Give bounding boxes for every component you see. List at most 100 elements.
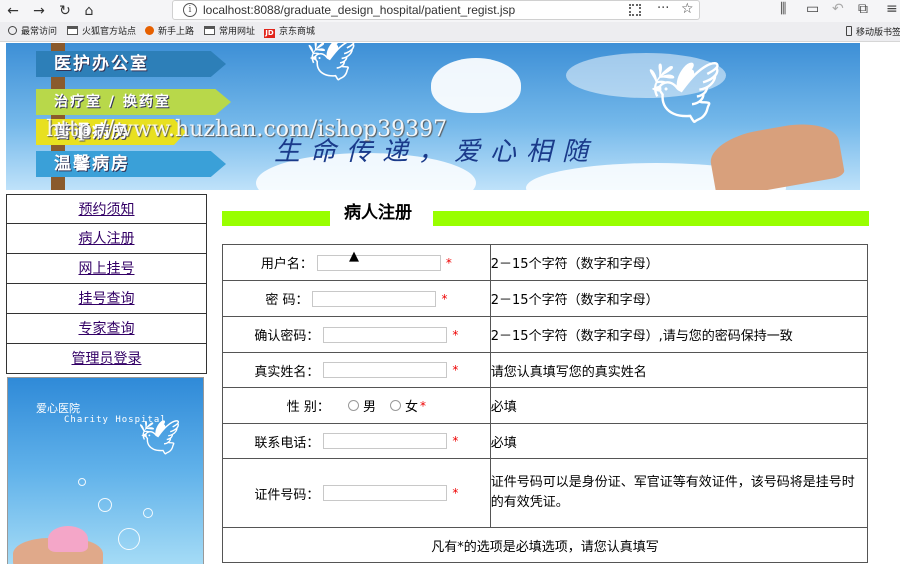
title-bar-left [222,211,330,226]
real-name-label: 真实姓名： [254,364,320,380]
table-row: 确认密码： * 2－15个字符（数字和字母）,请与您的密码保持一致 [222,316,869,353]
dove-icon: 🕊 [306,43,357,84]
side-nav: 预约须知 病人注册 网上挂号 挂号查询 专家查询 管理员登录 [6,194,207,374]
table-row: 真实姓名： * 请您认真填写您的真实姓名 [222,352,869,388]
gender-male-radio[interactable] [347,400,359,411]
bookmark-mobile[interactable]: 移动版书签 [846,26,900,40]
required-mark: * [441,291,448,306]
qr-code-icon[interactable] [629,4,641,16]
screenshot-icon[interactable]: ⧉ [858,1,868,17]
bubble-shape [98,498,112,512]
register-form: 用户名： * 2－15个字符（数字和字母） 密 码： * 2－15个字符（数字和… [222,244,869,563]
username-hint: 2－15个字符（数字和字母） [489,244,869,281]
nav-registration-query[interactable]: 挂号查询 [6,284,207,314]
page-actions-icon[interactable]: ··· [657,1,669,16]
gender-male-label: 男 [362,400,376,415]
title-bar-right [433,211,869,226]
bubble-shape [78,478,86,486]
page-title: 病人注册 [344,203,412,223]
required-mark: * [452,486,459,500]
confirm-password-hint: 2－15个字符（数字和字母）,请与您的密码保持一致 [489,316,869,353]
phone-input[interactable] [323,433,448,449]
gear-icon [8,26,17,35]
gender-female-label: 女 [404,400,418,415]
dove-icon: 🕊 [138,418,182,458]
sign-treatment-room: 治疗室 / 换药室 [36,89,231,115]
required-mark: * [452,434,459,448]
folder-icon [67,26,78,35]
required-mark: * [419,398,426,413]
bookmark-star-icon[interactable]: ☆ [681,1,694,17]
bookmark-getting-started[interactable]: 新手上路 [145,26,194,40]
table-row: 密 码： * 2－15个字符（数字和字母） [222,280,869,317]
gender-female-radio[interactable] [389,400,401,411]
required-mark: * [452,363,459,377]
title-row: 病人注册 [222,200,869,236]
lotus-image [48,526,88,552]
home-icon[interactable]: ⌂ [80,2,98,20]
confirm-password-label: 确认密码： [254,329,320,344]
library-icon[interactable]: ⫼ [780,1,786,17]
reload-icon[interactable]: ↻ [56,2,74,20]
id-number-input[interactable] [323,485,448,501]
firefox-icon [145,26,154,35]
id-number-hint: 证件号码可以是身份证、军官证等有效证件，该号码将是挂号时的有效凭证。 [489,458,869,528]
table-row: 证件号码： * 证件号码可以是身份证、军官证等有效证件，该号码将是挂号时的有效凭… [222,458,869,528]
url-text[interactable]: localhost:8088/graduate_design_hospital/… [203,3,515,17]
back-icon[interactable]: ← [4,2,22,20]
site-info-icon[interactable]: i [183,3,197,17]
table-row: 用户名： * 2－15个字符（数字和字母） [222,244,869,281]
table-row: 性 别： 男 女 * 必填 [222,387,869,424]
required-mark: * [452,327,459,342]
nav-appointment-notice[interactable]: 预约须知 [6,194,207,224]
password-label: 密 码： [265,293,309,308]
watermark-text: http://www.huzhan.com/ishop39397 [46,117,448,142]
username-input[interactable] [316,254,441,271]
hospital-name: 爱心医院 [36,402,80,415]
jd-icon: JD [264,29,275,38]
username-label: 用户名： [260,257,313,272]
address-bar[interactable]: i localhost:8088/graduate_design_hospita… [172,0,700,20]
footer-note: 凡有*的选项是必填选项，请您认真填写 [222,527,868,563]
nav-expert-query[interactable]: 专家查询 [6,314,207,344]
heart-cloud [431,58,521,113]
sign-office: 医护办公室 [36,51,226,77]
gender-hint: 必填 [489,387,869,424]
hands-image [706,117,846,190]
nav-patient-register[interactable]: 病人注册 [6,224,207,254]
hospital-side-image: 爱心医院 Charity Hospital 🕊 [7,377,204,564]
phone-hint: 必填 [489,423,869,459]
forward-icon[interactable]: → [30,2,48,20]
password-hint: 2－15个字符（数字和字母） [489,280,869,317]
phone-label: 联系电话： [254,435,320,451]
bubble-shape [118,528,140,550]
undo-icon[interactable]: ↶ [832,1,844,17]
password-input[interactable] [312,290,437,307]
required-mark: * [445,255,452,270]
menu-icon[interactable]: ≡ [886,1,898,17]
gender-label: 性 别： [286,400,330,415]
bookmark-firefox-official[interactable]: 火狐官方站点 [67,26,136,40]
nav-admin-login[interactable]: 管理员登录 [6,344,207,374]
bookmark-common-sites[interactable]: 常用网址 [204,26,255,40]
sign-warm-ward: 温馨病房 [36,151,226,177]
table-row: 联系电话： * 必填 [222,423,869,459]
sidebar-toggle-icon[interactable]: ▭ [806,1,819,17]
mobile-icon [846,26,852,36]
table-row: 凡有*的选项是必填选项，请您认真填写 [222,527,868,563]
bookmark-most-visited[interactable]: 最常访问 [8,26,57,40]
hospital-banner: 医护办公室 治疗室 / 换药室 普通病房 温馨病房 🕊 🕊 生命传递，爱心相随 … [6,43,860,190]
folder-icon [204,26,215,35]
bubble-shape [143,508,153,518]
main-content: 病人注册 [222,200,869,236]
mouse-cursor-icon: ▲ [349,249,359,264]
browser-toolbar: ← → ↻ ⌂ i localhost:8088/graduate_design… [0,0,900,22]
id-number-label: 证件号码： [254,487,320,503]
dove-icon: 🕊 [646,58,723,128]
real-name-input[interactable] [323,362,448,378]
confirm-password-input[interactable] [323,326,448,343]
bookmark-jd[interactable]: JD 京东商城 [264,26,315,40]
nav-online-registration[interactable]: 网上挂号 [6,254,207,284]
real-name-hint: 请您认真填写您的真实姓名 [489,352,869,388]
bookmarks-bar: 最常访问 火狐官方站点 新手上路 常用网址 JD 京东商城 移动版书签 [0,22,900,42]
